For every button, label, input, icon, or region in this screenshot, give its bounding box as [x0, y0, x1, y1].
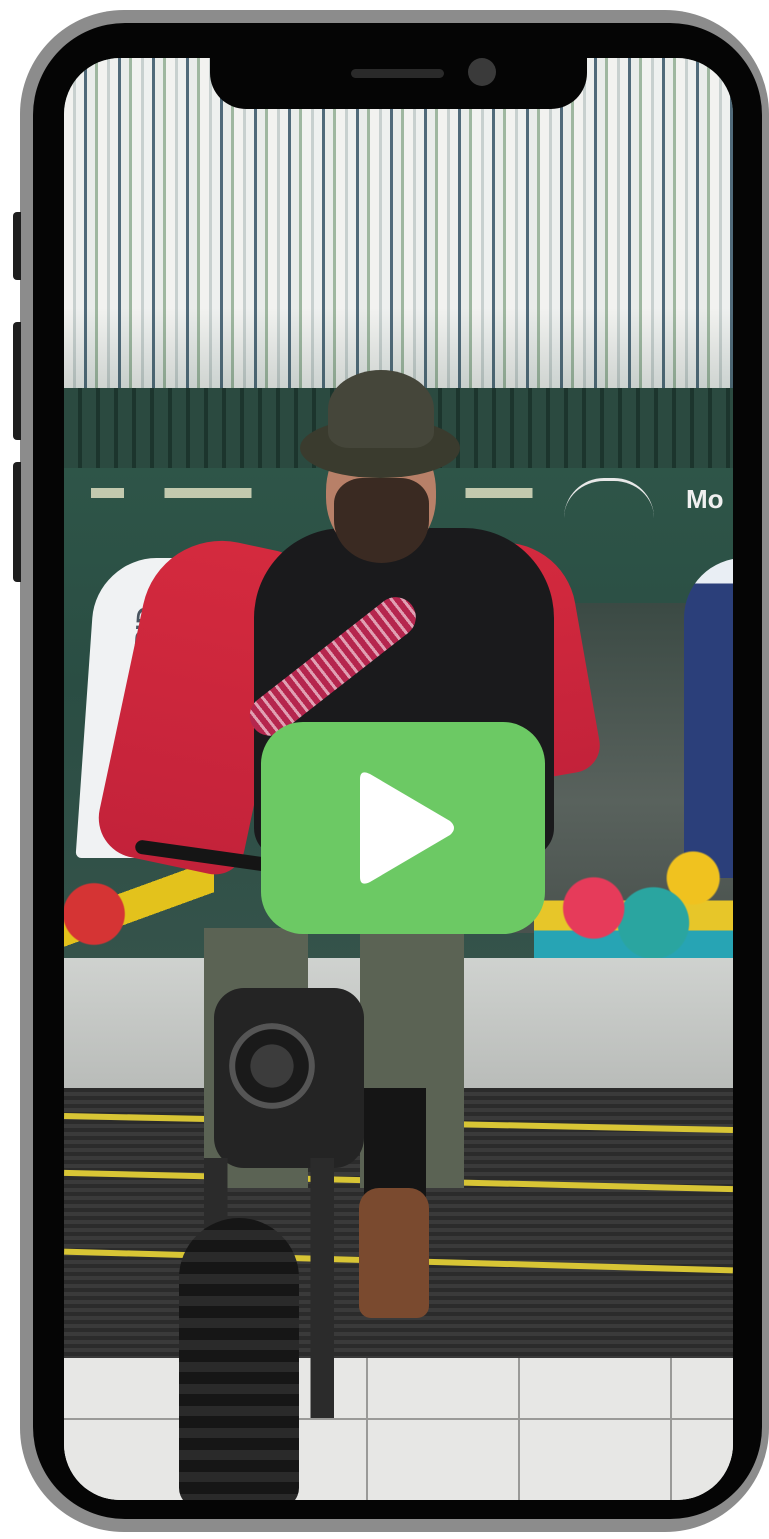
play-icon: [360, 772, 454, 884]
play-button[interactable]: [261, 722, 545, 934]
phone-notch: [210, 50, 587, 109]
poster-mural: [534, 818, 733, 968]
volume-down-button: [13, 462, 21, 582]
silent-switch: [13, 212, 21, 280]
volume-up-button: [13, 322, 21, 440]
front-camera: [468, 58, 496, 86]
earpiece-speaker: [351, 69, 444, 78]
building-sign-text: Mo: [686, 484, 724, 514]
